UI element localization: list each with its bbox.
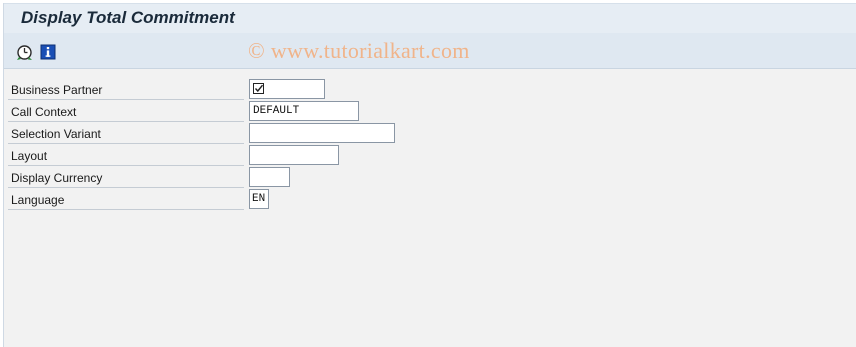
- call-context-input[interactable]: DEFAULT: [249, 101, 359, 121]
- info-button[interactable]: [39, 43, 57, 61]
- title-bar: Display Total Commitment: [4, 3, 856, 33]
- selection-screen: Business Partner Call Context DEFAULT Se…: [4, 70, 856, 347]
- form-row-language: Language EN: [8, 188, 856, 210]
- application-toolbar: © www.tutorialkart.com: [4, 33, 856, 69]
- language-input[interactable]: EN: [249, 189, 269, 209]
- business-partner-input[interactable]: [249, 79, 325, 99]
- language-label: Language: [8, 188, 244, 210]
- form-row-display-currency: Display Currency: [8, 166, 856, 188]
- display-currency-label: Display Currency: [8, 166, 244, 188]
- selection-variant-input[interactable]: [249, 123, 395, 143]
- display-currency-input[interactable]: [249, 167, 290, 187]
- form-row-business-partner: Business Partner: [8, 78, 856, 100]
- form-row-selection-variant: Selection Variant: [8, 122, 856, 144]
- required-checkbox-icon: [253, 83, 264, 94]
- layout-label: Layout: [8, 144, 244, 166]
- info-icon: [40, 44, 56, 60]
- execute-button[interactable]: [15, 43, 33, 61]
- page-title: Display Total Commitment: [21, 8, 235, 27]
- selection-variant-label: Selection Variant: [8, 122, 244, 144]
- layout-input[interactable]: [249, 145, 339, 165]
- form-row-layout: Layout: [8, 144, 856, 166]
- business-partner-label: Business Partner: [8, 78, 244, 100]
- form-row-call-context: Call Context DEFAULT: [8, 100, 856, 122]
- call-context-label: Call Context: [8, 100, 244, 122]
- execute-clock-icon: [16, 44, 32, 60]
- screen: Display Total Commitment © www.tutorialk…: [0, 0, 856, 347]
- sap-window: Display Total Commitment © www.tutorialk…: [3, 3, 856, 347]
- watermark: © www.tutorialkart.com: [248, 38, 470, 63]
